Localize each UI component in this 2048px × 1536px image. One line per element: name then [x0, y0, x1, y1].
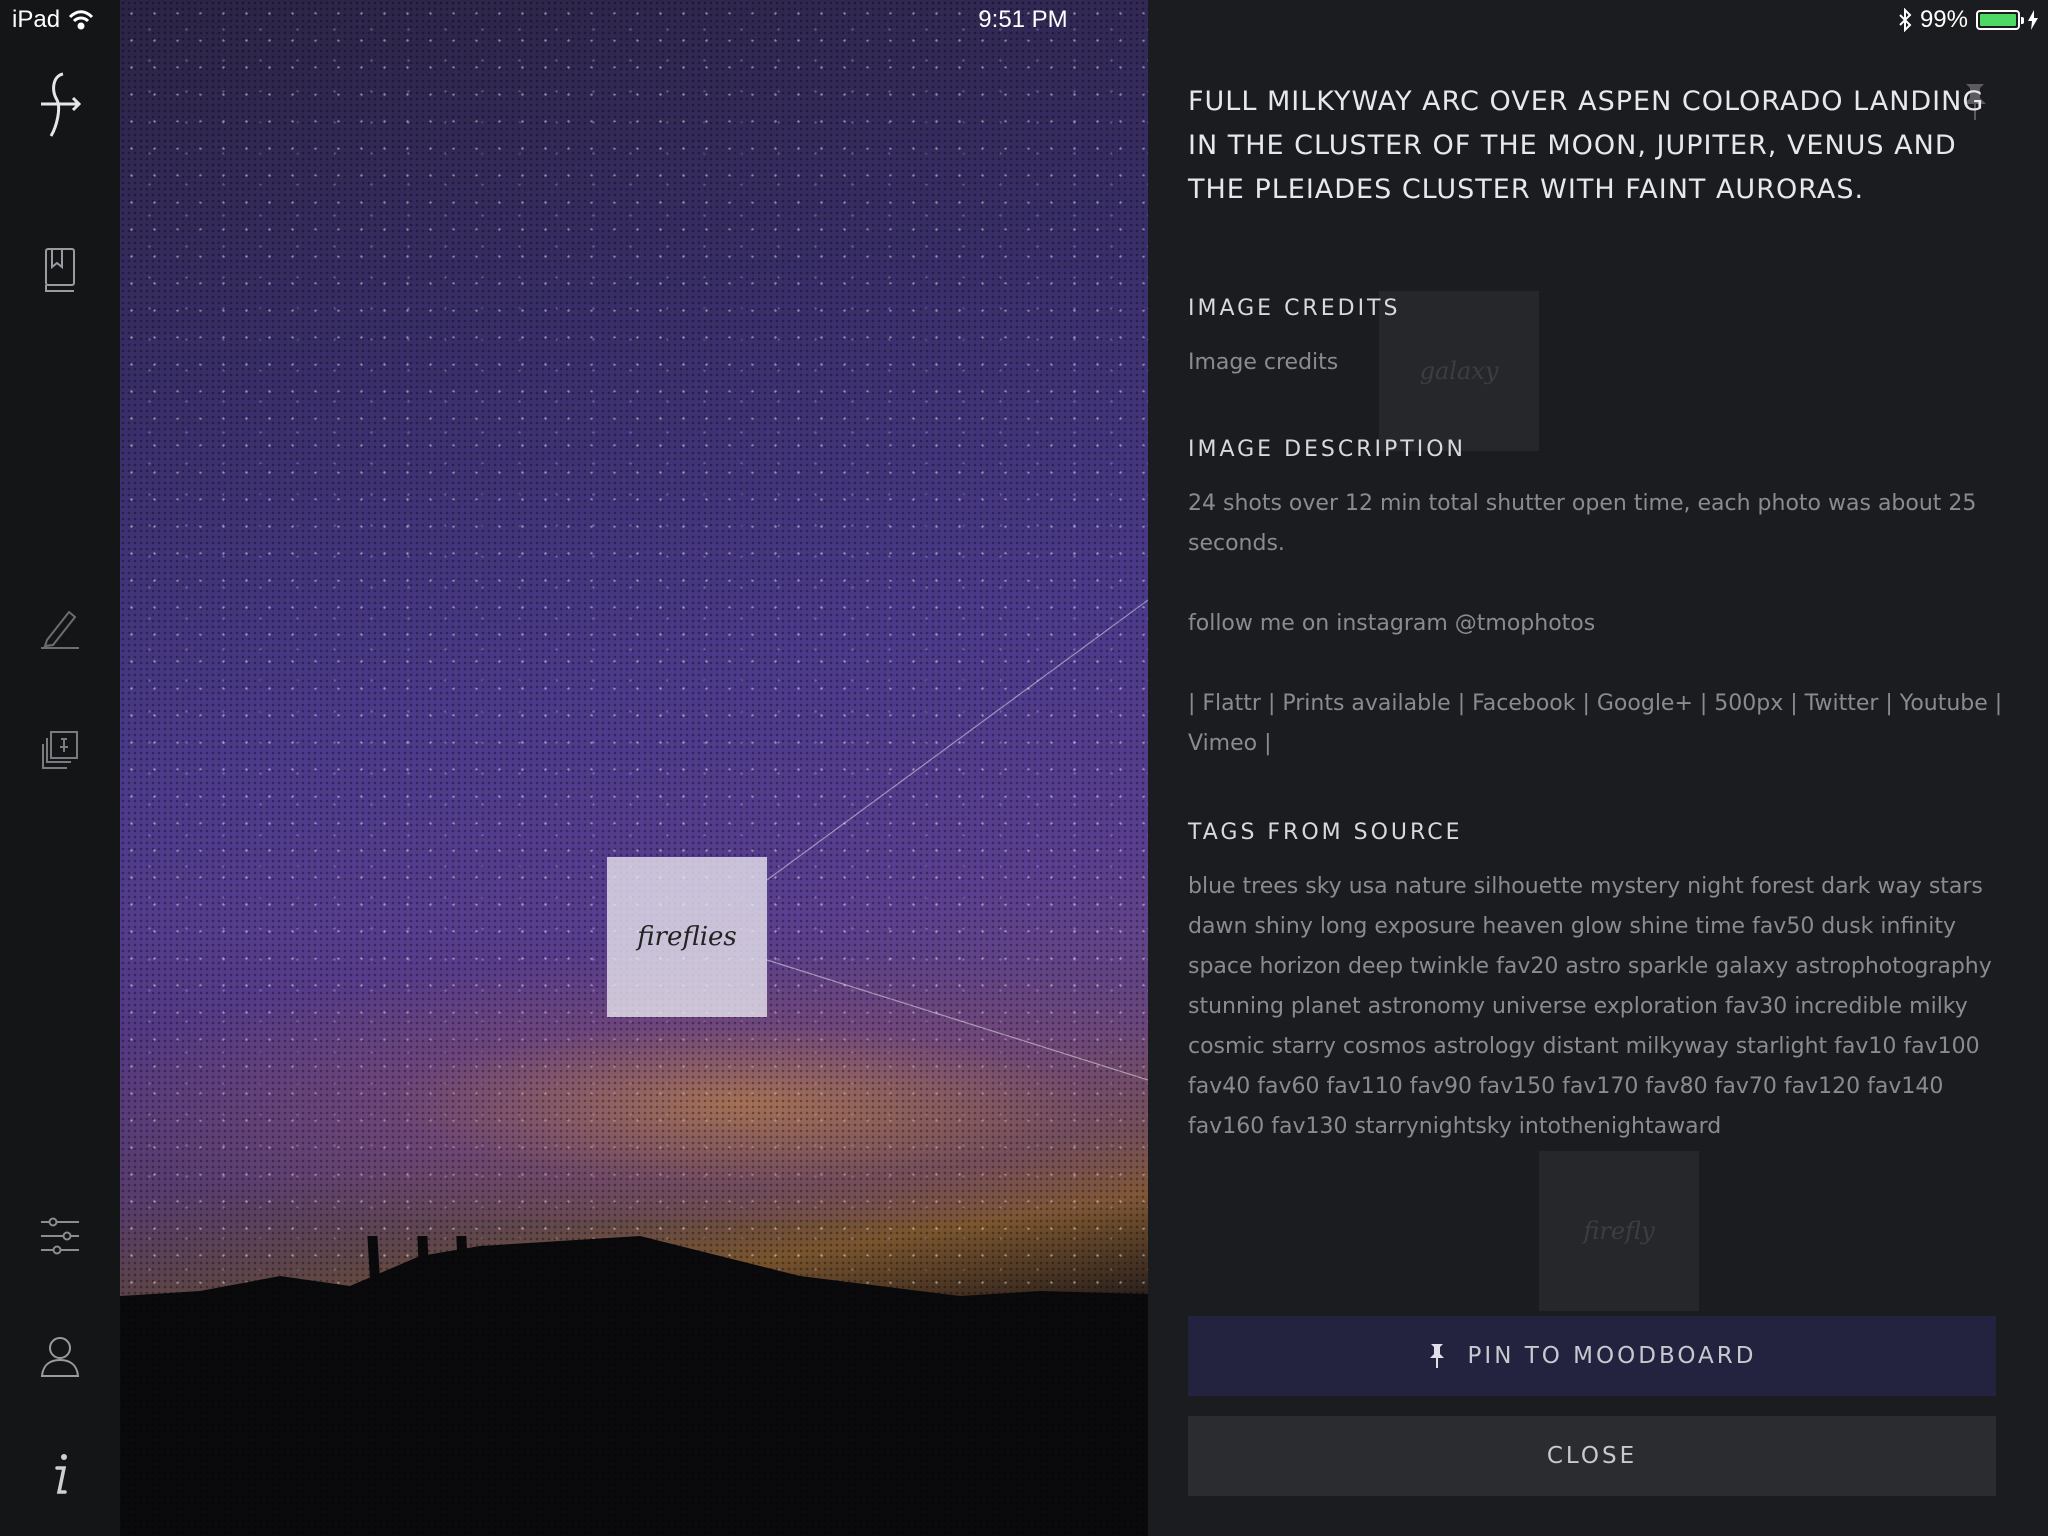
pin-to-moodboard-button[interactable]: PIN TO MOODBOARD — [1188, 1316, 1996, 1396]
battery-icon — [1976, 10, 2024, 30]
tags-heading: TAGS FROM SOURCE — [1188, 820, 1463, 845]
info-icon[interactable] — [0, 1450, 120, 1500]
photo-view[interactable]: fireflies — [120, 0, 1148, 1536]
status-bar: iPad 9:51 PM 99% — [0, 0, 2048, 40]
charging-icon — [2028, 10, 2038, 30]
pencil-icon[interactable] — [0, 605, 120, 651]
battery-percent: 99% — [1919, 6, 1968, 33]
credits-text: Image credits — [1188, 350, 1339, 375]
tag-bubble-fireflies[interactable]: fireflies — [607, 857, 767, 1017]
ghost-tag-firefly: firefly — [1539, 1151, 1699, 1311]
social-links-text: | Flattr | Prints available | Facebook |… — [1188, 691, 2003, 756]
description-text: 24 shots over 12 min total shutter open … — [1188, 491, 1977, 556]
description-heading: IMAGE DESCRIPTION — [1188, 437, 1466, 462]
pin-icon — [1429, 1344, 1444, 1368]
tags-text: blue trees sky usa nature silhouette mys… — [1188, 874, 1992, 1139]
pin-button-label: PIN TO MOODBOARD — [1467, 1343, 1757, 1369]
pinned-stack-icon[interactable] — [0, 727, 120, 773]
user-icon[interactable] — [0, 1333, 120, 1379]
credits-heading: IMAGE CREDITS — [1188, 296, 1401, 321]
sliders-icon[interactable] — [0, 1213, 120, 1259]
book-icon[interactable] — [0, 245, 120, 295]
app-logo-icon[interactable] — [0, 70, 120, 142]
battery-level — [1980, 14, 2016, 26]
clock: 9:51 PM — [978, 6, 1068, 33]
bluetooth-icon — [1899, 8, 1912, 32]
instagram-text: follow me on instagram @tmophotos — [1188, 611, 1596, 636]
image-title: FULL MILKYWAY ARC OVER ASPEN COLORADO LA… — [1188, 86, 1985, 205]
close-button[interactable]: CLOSE — [1188, 1416, 1996, 1496]
info-panel: galaxy firefly FULL MILKYWAY ARC OVER AS… — [1148, 0, 2048, 1536]
tag-connector-lines — [766, 599, 1148, 1081]
sidebar — [0, 0, 120, 1536]
close-button-label: CLOSE — [1546, 1443, 1638, 1469]
